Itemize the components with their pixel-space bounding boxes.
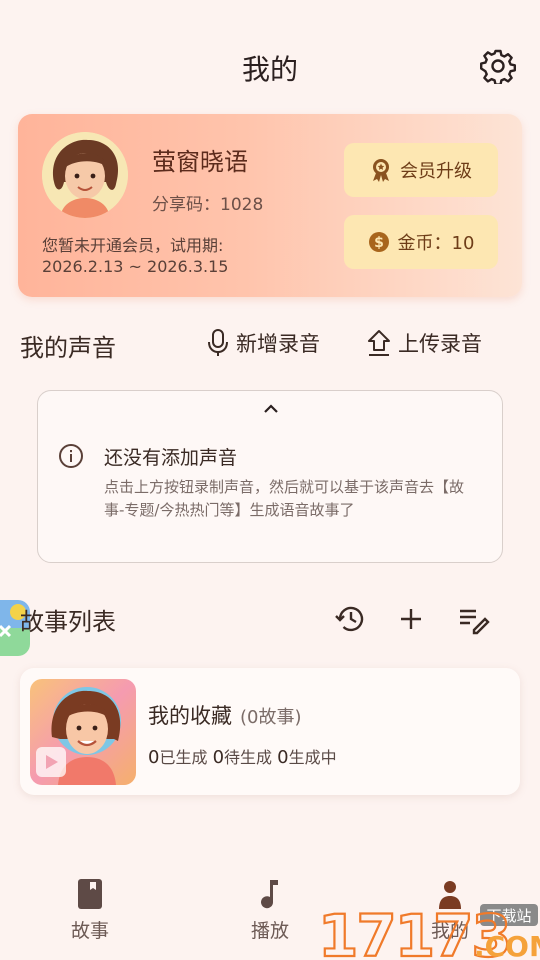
add-icon[interactable] [394, 602, 428, 636]
voice-section-header: 我的声音 新增录音 上传录音 [0, 322, 540, 368]
avatar[interactable] [42, 132, 128, 218]
pending-label: 待生成 [224, 748, 273, 767]
vip-upgrade-label: 会员升级 [400, 161, 472, 182]
story-section-title: 故事列表 [20, 608, 116, 636]
coin-icon: $ [368, 232, 389, 252]
story-stats: 0已生成 0待生成 0生成中 [148, 744, 337, 768]
story-name: 我的收藏 [148, 704, 232, 728]
generating-label: 生成中 [288, 748, 337, 767]
share-code: 分享码：1028 [152, 195, 264, 215]
book-icon [78, 879, 102, 909]
tab-play[interactable]: 播放 [210, 878, 330, 954]
add-recording-label: 新增录音 [236, 332, 320, 356]
settings-gear-icon[interactable] [480, 48, 516, 86]
edit-list-icon[interactable] [456, 602, 490, 636]
empty-voice-description: 点击上方按钮录制声音，然后就可以基于该声音去【故事-专题/今热热门等】生成语音故… [104, 478, 465, 519]
profile-card: 萤窗晓语 分享码：1028 您暂未开通会员，试用期: 2026.2.13 ~ 2… [18, 114, 522, 297]
empty-voice-card: 还没有添加声音 点击上方按钮录制声音，然后就可以基于该声音去【故事-专题/今热热… [37, 390, 503, 563]
generated-label: 已生成 [159, 748, 208, 767]
history-icon[interactable] [334, 602, 368, 636]
trial-period: 2026.2.13 ~ 2026.3.15 [42, 257, 229, 276]
add-recording-button[interactable]: 新增录音 [206, 328, 320, 358]
story-count: (0故事) [240, 707, 302, 728]
upload-recording-button[interactable]: 上传录音 [366, 328, 482, 358]
coin-balance: 金币：10 [397, 233, 475, 254]
music-note-icon [261, 880, 278, 909]
svg-text:$: $ [374, 235, 384, 251]
pending-count: 0 [212, 747, 225, 768]
story-section-header: 故事列表 [0, 598, 540, 644]
story-list-item[interactable]: 我的收藏 (0故事) 0已生成 0待生成 0生成中 [20, 668, 520, 795]
upload-icon [368, 330, 390, 356]
username: 萤窗晓语 [152, 148, 248, 176]
vip-upgrade-button[interactable]: 会员升级 [344, 143, 498, 197]
empty-voice-title: 还没有添加声音 [104, 447, 238, 469]
tab-story[interactable]: 故事 [30, 878, 150, 954]
coin-button[interactable]: $ 金币：10 [344, 215, 498, 269]
microphone-icon [208, 329, 228, 356]
info-icon [58, 443, 84, 469]
tab-story-label: 故事 [70, 920, 109, 942]
tab-play-label: 播放 [250, 920, 289, 942]
story-thumbnail [30, 679, 136, 785]
watermark-suffix: .COM [474, 930, 540, 960]
generating-count: 0 [277, 747, 289, 768]
generated-count: 0 [148, 747, 160, 768]
site-watermark: 下载站 17173 .COM [317, 898, 540, 960]
upload-recording-label: 上传录音 [398, 332, 482, 356]
medal-icon [373, 159, 389, 182]
voice-section-title: 我的声音 [20, 334, 116, 362]
story-name-row: 我的收藏 (0故事) [148, 700, 302, 730]
membership-status: 您暂未开通会员，试用期: [42, 236, 224, 255]
header: 我的 [0, 0, 540, 130]
page-title: 我的 [241, 53, 298, 86]
collapse-chevron-up-icon[interactable] [258, 399, 284, 419]
